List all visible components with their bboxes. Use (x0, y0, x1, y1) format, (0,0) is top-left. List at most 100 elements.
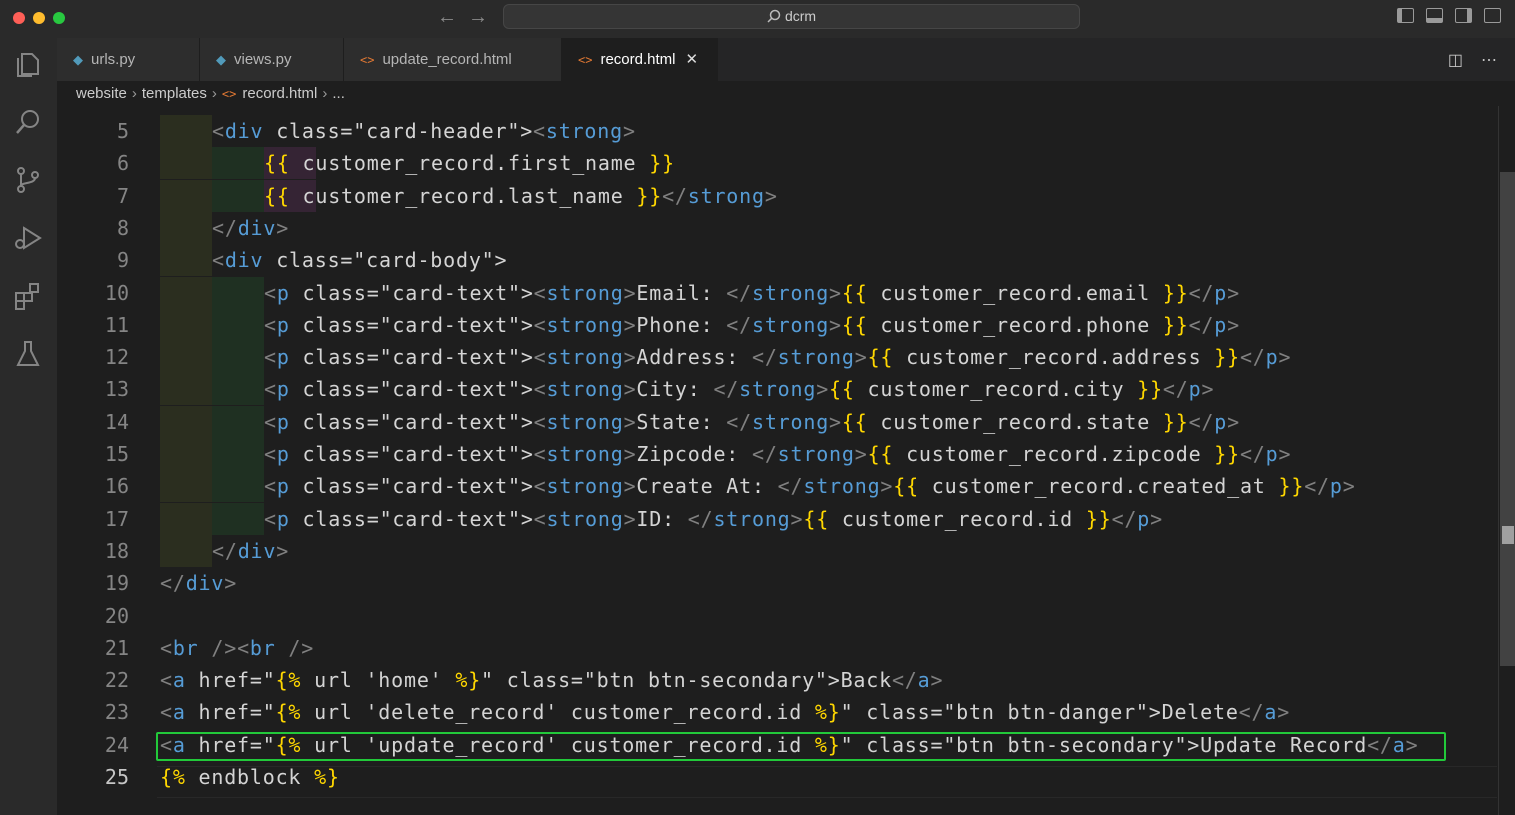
split-editor-icon[interactable]: ◫ (1448, 50, 1463, 70)
indent-guide (212, 373, 264, 406)
code-line[interactable]: 12 <p class="card-text"><strong>Address: … (57, 341, 1497, 374)
tab-label: record.html (600, 51, 676, 68)
line-number: 20 (104, 603, 129, 628)
editor-tab-bar: ◆ urls.py ◆ views.py <> update_record.html … (57, 38, 1515, 81)
line-number: 11 (104, 312, 129, 337)
html-file-icon: <> (578, 53, 593, 67)
run-and-debug-icon[interactable] (12, 222, 44, 254)
python-file-icon: ◆ (73, 52, 83, 67)
code-line[interactable]: 16 <p class="card-text"><strong>Create At… (57, 470, 1497, 503)
code-text: <p class="card-text"><strong>ID: </stron… (264, 506, 1163, 531)
code-line[interactable]: 22 <a href="{% url 'home' %}" class="btn … (57, 664, 1497, 696)
indent-guide (160, 244, 212, 277)
vertical-scrollbar[interactable] (1498, 106, 1515, 815)
code-line[interactable]: 5 <div class="card-header"><strong> (57, 115, 1497, 147)
tab-record-html[interactable]: <> record.html ✕ (562, 38, 718, 81)
close-tab-icon[interactable]: ✕ (685, 51, 698, 68)
annotation-highlight-box (156, 732, 1446, 761)
breadcrumb-item[interactable]: templates (142, 85, 207, 102)
indent-guide (160, 438, 212, 470)
back-arrow-icon[interactable]: ← (437, 5, 457, 29)
code-editor[interactable]: 5 <div class="card-header"><strong> 6 {{ cu… (57, 106, 1515, 815)
breadcrumb-item[interactable]: record.html (242, 85, 317, 102)
forward-arrow-icon[interactable]: → (468, 5, 488, 29)
search-icon[interactable] (12, 106, 44, 138)
line-number: 12 (104, 345, 129, 370)
code-text: <a href="{% url 'delete_record' customer… (160, 700, 1291, 725)
line-number: 17 (104, 506, 129, 531)
code-line[interactable]: 21 <br /><br /> (57, 632, 1497, 664)
code-line[interactable]: 18 </div> (57, 534, 1497, 567)
code-line[interactable]: 10 <p class="card-text"><strong>Email: </… (57, 276, 1497, 309)
html-file-icon: <> (360, 53, 375, 67)
toggle-primary-sidebar-icon[interactable] (1397, 8, 1414, 23)
toggle-secondary-sidebar-icon[interactable] (1455, 8, 1472, 23)
code-text: <p class="card-text"><strong>Address: </… (264, 345, 1292, 370)
line-number: 16 (104, 474, 129, 499)
line-number: 14 (104, 409, 129, 434)
line-number: 18 (104, 538, 129, 563)
indent-guide (160, 179, 212, 212)
indent-guide (160, 470, 212, 503)
line-number: 19 (104, 571, 129, 596)
line-number: 15 (104, 442, 129, 466)
code-line[interactable]: 6 {{ customer_record.first_name }} (57, 147, 1497, 180)
more-actions-icon[interactable]: ⋯ (1481, 50, 1497, 70)
line-number: 25 (104, 765, 129, 789)
breadcrumb-item[interactable]: website (76, 85, 127, 102)
indent-guide (160, 115, 212, 147)
minimize-window-button[interactable] (33, 12, 45, 24)
search-icon (767, 9, 781, 23)
extensions-icon[interactable] (12, 280, 44, 312)
code-line[interactable]: 8 </div> (57, 211, 1497, 244)
indent-guide (160, 502, 212, 535)
close-window-button[interactable] (13, 12, 25, 24)
code-text: <div class="card-body"> (212, 248, 508, 273)
tab-update-record-html[interactable]: <> update_record.html (344, 38, 562, 81)
tab-label: urls.py (91, 51, 136, 68)
scrollbar-thumb[interactable] (1500, 172, 1515, 666)
code-line[interactable]: 13 <p class="card-text"><strong>City: </s… (57, 373, 1497, 406)
search-text: dcrm (784, 8, 817, 24)
explorer-icon[interactable] (12, 48, 44, 80)
maximize-window-button[interactable] (53, 12, 65, 24)
code-text: <a href="{% url 'home' %}" class="btn bt… (160, 668, 944, 693)
code-line[interactable]: 25 {% endblock %} (57, 761, 1497, 793)
code-line[interactable]: 19 </div> (57, 567, 1497, 599)
testing-icon[interactable] (12, 338, 44, 370)
code-line[interactable]: 17 <p class="card-text"><strong>ID: </str… (57, 502, 1497, 535)
code-line[interactable]: 11 <p class="card-text"><strong>Phone: </… (57, 308, 1497, 341)
toggle-panel-icon[interactable] (1426, 8, 1443, 23)
source-control-icon[interactable] (12, 164, 44, 196)
chevron-right-icon: › (131, 85, 137, 102)
chevron-right-icon: › (211, 85, 217, 102)
tab-urls-py[interactable]: ◆ urls.py (57, 38, 200, 81)
indent-guide (212, 179, 264, 212)
activity-bar (0, 38, 57, 815)
code-text: </div> (160, 571, 238, 596)
scrollbar-cursor-marker (1502, 526, 1514, 544)
tab-label: update_record.html (382, 51, 512, 68)
line-number: 24 (104, 732, 129, 757)
code-line[interactable]: 23 <a href="{% url 'delete_record' custom… (57, 696, 1497, 728)
code-line[interactable]: 9 <div class="card-body"> (57, 244, 1497, 277)
code-line[interactable]: 20 (57, 600, 1497, 632)
indent-guide (212, 147, 264, 180)
indent-guide (160, 211, 212, 244)
indent-guide (160, 534, 212, 567)
breadcrumb-item[interactable]: ... (332, 85, 345, 102)
code-line[interactable]: 7 {{ customer_record.last_name }}</strong… (57, 179, 1497, 212)
indent-guide (212, 438, 264, 470)
editor-actions: ◫ ⋯ (1448, 50, 1497, 70)
code-text: <p class="card-text"><strong>City: </str… (264, 377, 1215, 402)
indent-guide (212, 502, 264, 535)
tab-views-py[interactable]: ◆ views.py (200, 38, 344, 81)
indent-guide (212, 276, 264, 309)
customize-layout-icon[interactable] (1484, 8, 1501, 23)
indent-guide (212, 405, 264, 438)
line-number: 6 (116, 151, 129, 176)
command-center-search[interactable]: dcrm (503, 4, 1080, 29)
code-line[interactable]: 15 <p class="card-text"><strong>Zipcode: … (57, 438, 1497, 470)
code-line[interactable]: 14 <p class="card-text"><strong>State: </… (57, 405, 1497, 438)
chevron-right-icon: › (322, 85, 328, 102)
